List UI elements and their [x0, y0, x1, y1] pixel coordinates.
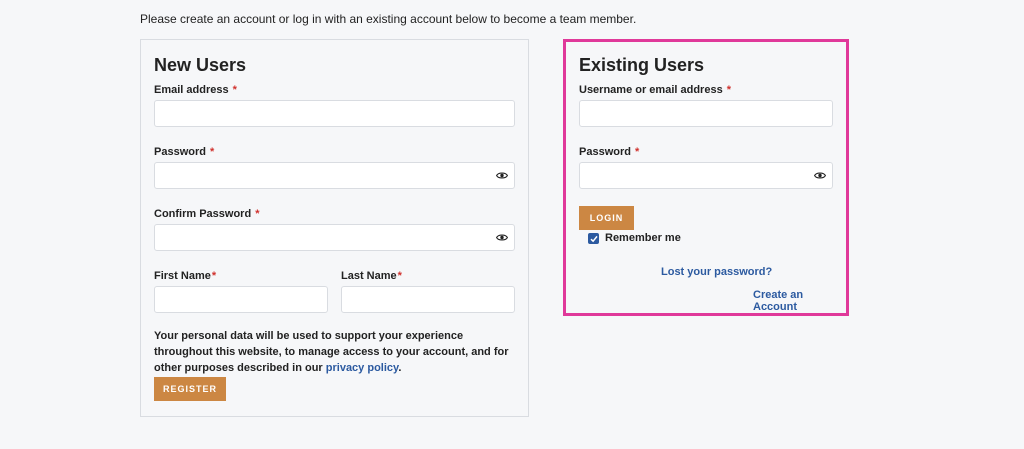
- first-name-label-text: First Name: [154, 270, 211, 282]
- confirm-password-input[interactable]: [154, 224, 515, 251]
- login-button[interactable]: LOGIN: [579, 206, 634, 230]
- privacy-notice: Your personal data will be used to suppo…: [154, 328, 514, 376]
- password-label-text: Password: [154, 146, 206, 158]
- required-marker: *: [209, 146, 215, 158]
- username-label: Username or email address *: [579, 84, 731, 96]
- password-label: Password *: [154, 146, 214, 158]
- required-marker: *: [397, 270, 402, 282]
- last-name-label: Last Name*: [341, 270, 402, 282]
- last-name-input[interactable]: [341, 286, 515, 313]
- intro-text: Please create an account or log in with …: [140, 12, 637, 26]
- privacy-policy-link[interactable]: privacy policy: [326, 362, 399, 374]
- first-name-label: First Name*: [154, 270, 216, 282]
- new-users-panel: New Users Email address * Password * Confi…: [140, 39, 529, 417]
- username-input[interactable]: [579, 100, 833, 127]
- required-marker: *: [255, 208, 260, 220]
- username-label-text: Username or email address: [579, 84, 723, 96]
- create-account-link[interactable]: Create an Account: [753, 289, 846, 313]
- confirm-password-label: Confirm Password *: [154, 208, 259, 220]
- new-users-title: New Users: [154, 55, 247, 75]
- privacy-end: .: [398, 362, 402, 374]
- eye-icon[interactable]: [496, 233, 508, 242]
- required-marker: *: [726, 84, 731, 96]
- required-marker: *: [232, 84, 237, 96]
- existing-users-panel: Existing Users Username or email address…: [563, 39, 849, 316]
- confirm-password-label-text: Confirm Password: [154, 208, 252, 220]
- login-password-input[interactable]: [579, 162, 833, 189]
- login-password-label-text: Password: [579, 146, 631, 158]
- login-password-label: Password *: [579, 146, 639, 158]
- remember-me-label: Remember me: [605, 232, 681, 244]
- first-name-input[interactable]: [154, 286, 328, 313]
- remember-me-checkbox[interactable]: [588, 233, 599, 244]
- register-button[interactable]: REGISTER: [154, 377, 226, 401]
- required-marker: *: [211, 270, 217, 282]
- required-marker: *: [634, 146, 640, 158]
- checkmark-icon: [590, 235, 598, 243]
- lost-password-link[interactable]: Lost your password?: [661, 266, 772, 278]
- password-input[interactable]: [154, 162, 515, 189]
- eye-icon[interactable]: [814, 171, 826, 180]
- email-label: Email address *: [154, 84, 237, 96]
- existing-users-title: Existing Users: [579, 55, 705, 75]
- email-label-text: Email address: [154, 84, 229, 96]
- last-name-label-text: Last Name: [341, 270, 397, 282]
- eye-icon[interactable]: [496, 171, 508, 180]
- email-input[interactable]: [154, 100, 515, 127]
